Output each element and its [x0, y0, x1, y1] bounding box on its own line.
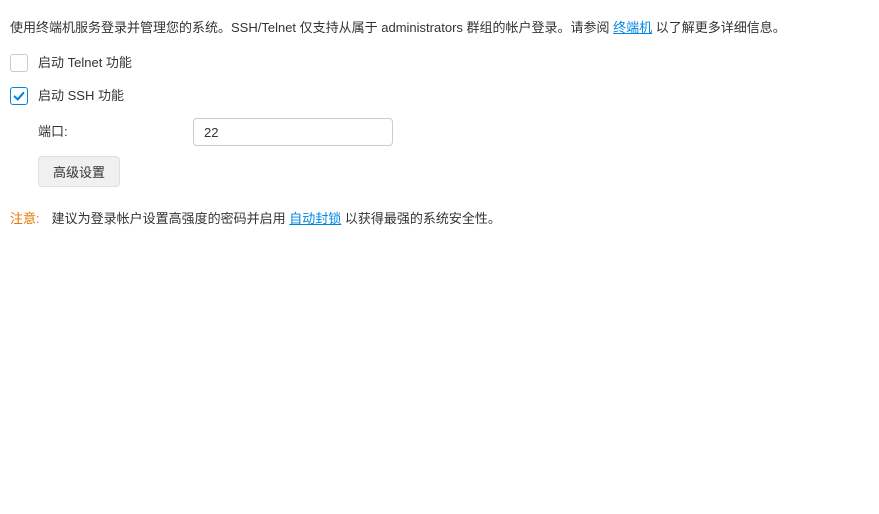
intro-suffix: 以了解更多详细信息。 — [652, 20, 786, 35]
advanced-settings-button[interactable]: 高级设置 — [38, 156, 120, 187]
auto-block-link[interactable]: 自动封锁 — [289, 211, 341, 226]
telnet-row: 启动 Telnet 功能 — [10, 53, 869, 74]
ssh-settings: 端口: 高级设置 — [38, 118, 869, 187]
note-row: 注意: 建议为登录帐户设置高强度的密码并启用 自动封锁 以获得最强的系统安全性。 — [10, 209, 869, 230]
intro-text: 使用终端机服务登录并管理您的系统。SSH/Telnet 仅支持从属于 admin… — [10, 18, 869, 39]
intro-prefix: 使用终端机服务登录并管理您的系统。SSH/Telnet 仅支持从属于 admin… — [10, 20, 613, 35]
telnet-label[interactable]: 启动 Telnet 功能 — [38, 53, 132, 74]
terminal-link[interactable]: 终端机 — [613, 20, 652, 35]
check-icon — [12, 89, 26, 103]
ssh-row: 启动 SSH 功能 — [10, 86, 869, 107]
note-prefix: 建议为登录帐户设置高强度的密码并启用 — [52, 211, 290, 226]
telnet-checkbox[interactable] — [10, 54, 28, 72]
ssh-checkbox[interactable] — [10, 87, 28, 105]
advanced-row: 高级设置 — [38, 156, 869, 187]
port-label: 端口: — [38, 122, 193, 143]
port-input[interactable] — [193, 118, 393, 146]
ssh-label[interactable]: 启动 SSH 功能 — [38, 86, 124, 107]
note-suffix: 以获得最强的系统安全性。 — [341, 211, 501, 226]
port-row: 端口: — [38, 118, 869, 146]
note-label: 注意: — [10, 209, 40, 230]
note-text: 建议为登录帐户设置高强度的密码并启用 自动封锁 以获得最强的系统安全性。 — [52, 209, 501, 230]
